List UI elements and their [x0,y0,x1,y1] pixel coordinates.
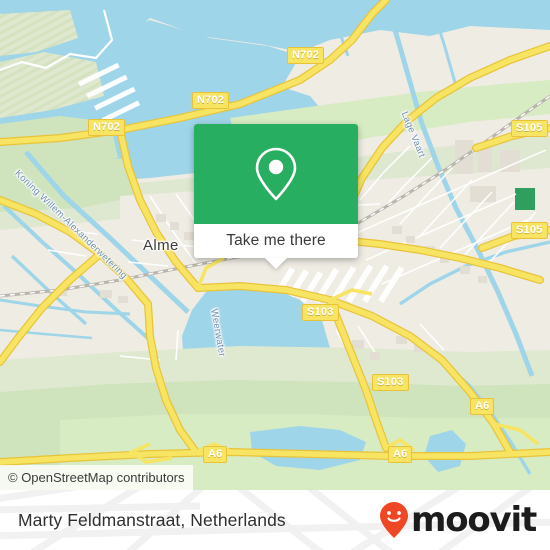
card-image-area [194,124,358,224]
road-shield-n702: N702 [287,47,325,64]
road-shield-s103: S103 [302,304,339,321]
take-me-there-label: Take me there [226,232,326,249]
map-viewport[interactable]: Alme Koning Willem-Alexanderwetering Wee… [0,0,550,490]
road-shield-s105: S105 [511,120,548,137]
moovit-smiley-pin-icon [379,502,408,538]
attribution-text: © OpenStreetMap contributors [8,470,185,485]
road-shield-s105: S105 [511,222,548,239]
road-shield-a6: A6 [203,446,228,463]
road-shield-n702: N702 [88,119,126,136]
road-shield-a6: A6 [388,446,413,463]
moovit-wordmark: moovit [410,500,537,540]
card-pointer-tail [265,258,287,269]
moovit-map-screenshot: Alme Koning Willem-Alexanderwetering Wee… [0,0,550,550]
road-shield-a6: A6 [470,398,495,415]
road-shield-s103: S103 [372,374,409,391]
road-shield-n702: N702 [192,92,230,109]
moovit-logo[interactable]: moovit [379,500,537,540]
map-attribution[interactable]: © OpenStreetMap contributors [0,465,193,490]
map-pin-icon [255,147,297,201]
location-popup-card[interactable]: Take me there [194,124,358,269]
footer-bar: Marty Feldmanstraat, Netherlands moovit [0,490,550,550]
place-name: Marty Feldmanstraat, Netherlands [18,509,286,530]
take-me-there-button[interactable]: Take me there [194,224,358,258]
